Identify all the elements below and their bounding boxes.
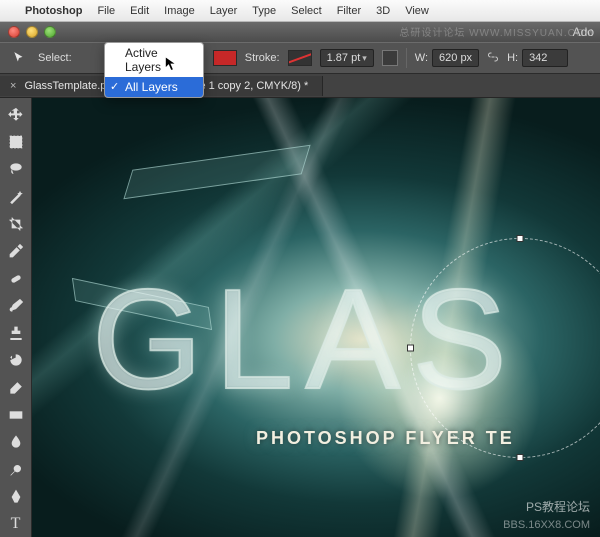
width-label: W: bbox=[415, 52, 428, 64]
blur-tool-icon[interactable] bbox=[3, 430, 29, 455]
document-canvas[interactable]: GLAS PHOTOSHOP FLYER TE bbox=[32, 98, 600, 537]
stroke-swatch[interactable] bbox=[288, 50, 312, 66]
fill-swatch[interactable] bbox=[213, 50, 237, 66]
gradient-tool-icon[interactable] bbox=[3, 402, 29, 427]
dodge-tool-icon[interactable] bbox=[3, 457, 29, 482]
marquee-tool-icon[interactable] bbox=[3, 129, 29, 154]
eyedropper-tool-icon[interactable] bbox=[3, 239, 29, 264]
move-tool-icon[interactable] bbox=[3, 102, 29, 127]
select-label: Select: bbox=[38, 52, 72, 64]
stroke-style-dropdown[interactable] bbox=[382, 50, 398, 66]
transform-handle[interactable] bbox=[517, 454, 524, 461]
eraser-tool-icon[interactable] bbox=[3, 375, 29, 400]
transform-handle[interactable] bbox=[517, 235, 524, 242]
path-selection-icon[interactable] bbox=[8, 47, 30, 69]
lasso-tool-icon[interactable] bbox=[3, 157, 29, 182]
brush-tool-icon[interactable] bbox=[3, 293, 29, 318]
select-scope-dropdown[interactable]: Active Layers All Layers bbox=[104, 42, 204, 98]
stamp-tool-icon[interactable] bbox=[3, 321, 29, 346]
menu-type[interactable]: Type bbox=[252, 5, 276, 17]
watermark-top: 总研设计论坛 WWW.MISSYUAN.COM bbox=[399, 24, 594, 39]
window-minimize-button[interactable] bbox=[26, 26, 38, 38]
menu-image[interactable]: Image bbox=[164, 5, 195, 17]
height-input[interactable]: 342 bbox=[522, 49, 568, 67]
options-bar: Select: Fill: Stroke: 1.87 pt▾ W: 620 px… bbox=[0, 42, 600, 74]
watermark-bottom-1: PS教程论坛 bbox=[526, 498, 590, 515]
dropdown-item-all-layers[interactable]: All Layers bbox=[105, 77, 203, 97]
transform-handle[interactable] bbox=[407, 345, 414, 352]
link-wh-icon[interactable] bbox=[487, 51, 499, 66]
menu-3d[interactable]: 3D bbox=[376, 5, 390, 17]
cursor-icon bbox=[164, 56, 178, 75]
crop-tool-icon[interactable] bbox=[3, 211, 29, 236]
menu-filter[interactable]: Filter bbox=[337, 5, 361, 17]
window-close-button[interactable] bbox=[8, 26, 20, 38]
separator bbox=[406, 48, 407, 68]
type-tool-icon[interactable]: T bbox=[3, 512, 29, 537]
workspace: T GLAS PHOTOSHOP FLYER TE bbox=[0, 98, 600, 537]
menu-file[interactable]: File bbox=[97, 5, 115, 17]
document-tab-bar: × GlassTemplate.psd @ 65.6% (Ellipse 1 c… bbox=[0, 74, 600, 98]
stroke-width-input[interactable]: 1.87 pt▾ bbox=[320, 49, 374, 67]
tools-panel: T bbox=[0, 98, 32, 537]
stroke-label: Stroke: bbox=[245, 52, 280, 64]
menu-layer[interactable]: Layer bbox=[210, 5, 238, 17]
menu-edit[interactable]: Edit bbox=[130, 5, 149, 17]
height-label: H: bbox=[507, 52, 518, 64]
menu-select[interactable]: Select bbox=[291, 5, 322, 17]
menu-view[interactable]: View bbox=[405, 5, 429, 17]
dropdown-item-active-layers[interactable]: Active Layers bbox=[105, 43, 203, 77]
history-brush-tool-icon[interactable] bbox=[3, 348, 29, 373]
menu-app[interactable]: Photoshop bbox=[25, 5, 82, 17]
window-maximize-button[interactable] bbox=[44, 26, 56, 38]
healing-tool-icon[interactable] bbox=[3, 266, 29, 291]
mac-menubar: Photoshop File Edit Image Layer Type Sel… bbox=[0, 0, 600, 22]
width-input[interactable]: 620 px bbox=[432, 49, 479, 67]
tab-close-icon[interactable]: × bbox=[10, 80, 16, 92]
watermark-bottom-2: BBS.16XX8.COM bbox=[503, 519, 590, 531]
wand-tool-icon[interactable] bbox=[3, 184, 29, 209]
pen-tool-icon[interactable] bbox=[3, 484, 29, 509]
glass-shard bbox=[123, 145, 310, 200]
